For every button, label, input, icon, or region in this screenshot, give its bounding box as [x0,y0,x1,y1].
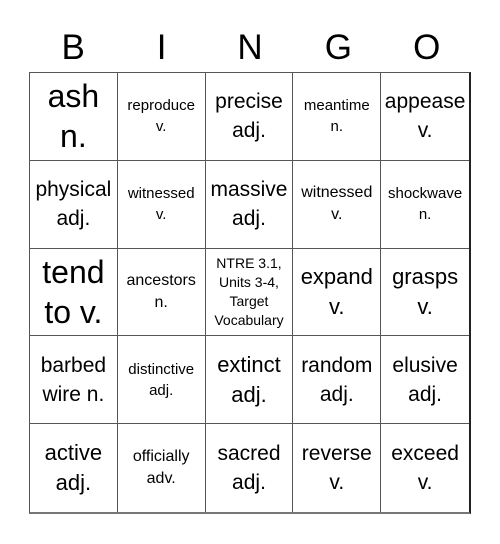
bingo-cell[interactable]: exceed v. [381,424,469,512]
bingo-cell[interactable]: witnessed v. [293,160,382,249]
bingo-cell[interactable]: reverse v. [293,424,382,512]
cell-text: ancestors n. [126,271,196,311]
cell-text: active adj. [44,440,103,496]
bingo-cell[interactable]: distinctive adj. [117,336,206,425]
bingo-card-grid: ash n. reproduce v. precise adj. meantime n… [29,72,471,514]
cell-text: officially adv. [132,448,190,488]
cell-text: physical adj. [35,178,112,231]
header-letter-o: O [413,28,441,67]
bingo-cell[interactable]: appease v. [381,73,469,161]
bingo-cell[interactable]: officially adv. [118,424,206,512]
cell-text: NTRE 3.1, Units 3-4, Target Vocabulary [214,254,284,328]
bingo-cell[interactable]: meantime n. [293,73,382,161]
header-letter-b: B [61,28,85,67]
cell-text: tend to v. [42,253,105,330]
free-space-cell[interactable]: NTRE 3.1, Units 3-4, Target Vocabulary [205,248,294,337]
bingo-cell[interactable]: reproduce v. [117,73,206,161]
bingo-cell[interactable]: precise adj. [205,73,294,161]
cell-text: appease v. [384,90,466,143]
cell-text: sacred adj. [217,442,281,495]
bingo-cell[interactable]: active adj. [30,424,118,512]
bingo-cell[interactable]: witnessed v. [117,160,206,249]
bingo-cell[interactable]: grasps v. [381,249,469,337]
cell-text: precise adj. [215,90,283,143]
bingo-cell[interactable]: shockwave n. [381,161,469,249]
bingo-cell[interactable]: sacred adj. [206,424,294,512]
cell-text: distinctive adj. [128,360,195,399]
cell-text: shockwave n. [387,185,463,224]
bingo-cell[interactable]: ash n. [30,73,118,161]
cell-text: expand v. [300,263,373,319]
cell-text: grasps v. [392,263,459,319]
bingo-cell[interactable]: tend to v. [30,248,118,337]
header-letter-i: I [156,28,167,67]
cell-text: random adj. [301,353,373,406]
cell-text: extinct adj. [217,351,281,407]
bingo-cell[interactable]: physical adj. [30,160,118,249]
bingo-cell[interactable]: massive adj. [205,160,294,249]
bingo-cell[interactable]: extinct adj. [205,336,294,425]
cell-text: reproduce v. [127,97,195,136]
cell-text: witnessed v. [127,185,195,224]
bingo-cell[interactable]: elusive adj. [381,336,469,425]
cell-text: elusive adj. [392,353,458,406]
cell-text: exceed v. [391,442,459,495]
bingo-header: B I N G O [29,24,471,72]
header-letter-g: G [324,28,352,67]
cell-text: massive adj. [210,178,288,231]
bingo-cell[interactable]: barbed wire n. [30,336,118,425]
cell-text: ash n. [47,78,100,155]
cell-text: meantime n. [303,97,370,136]
bingo-cell[interactable]: random adj. [293,336,382,425]
bingo-cell[interactable]: ancestors n. [117,248,206,337]
cell-text: reverse v. [301,442,372,495]
bingo-cell[interactable]: expand v. [293,248,382,337]
cell-text: barbed wire n. [40,353,107,406]
header-letter-n: N [237,28,263,67]
cell-text: witnessed v. [301,184,373,224]
